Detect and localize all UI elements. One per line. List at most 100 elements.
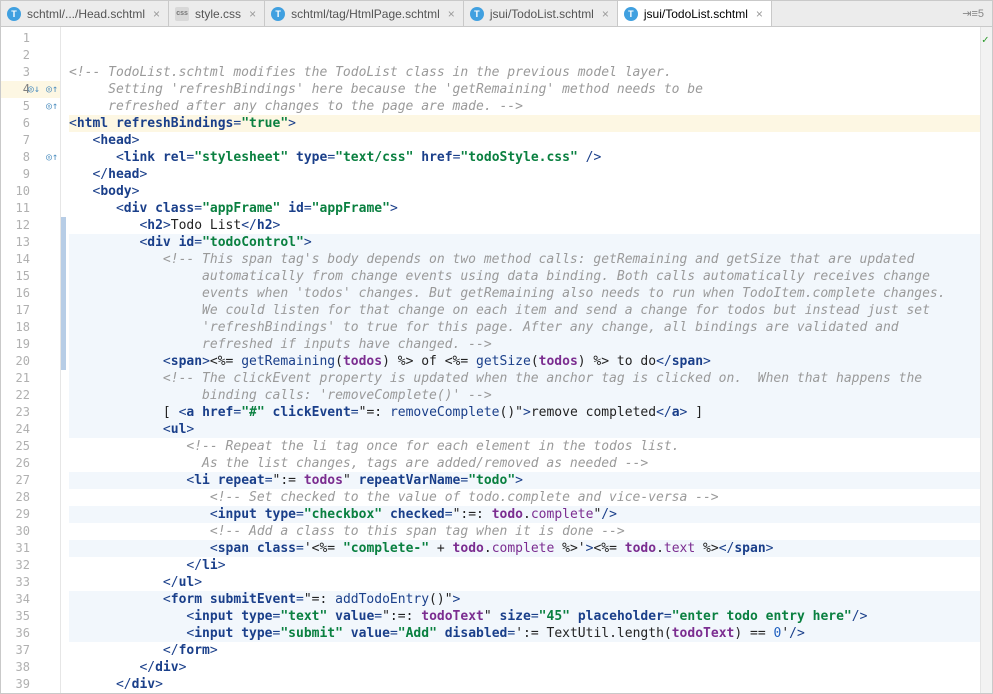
line-number[interactable]: 6 (1, 115, 60, 132)
line-number[interactable]: 8◎↑ (1, 149, 60, 166)
code-line[interactable]: </form> (69, 642, 992, 659)
code-line[interactable]: 'refreshBindings' to true for this page.… (69, 319, 992, 336)
code-line[interactable]: <h2>Todo List</h2> (69, 217, 992, 234)
code-line[interactable]: <!-- Repeat the li tag once for each ele… (69, 438, 992, 455)
tab-label: jsui/TodoList.schtml (644, 7, 748, 21)
indent-indicator: ⇥≡5 (962, 7, 984, 20)
line-number[interactable]: 1 (1, 30, 60, 47)
code-line[interactable]: <input type="checkbox" checked=":=: todo… (69, 506, 992, 523)
editor-tab[interactable]: Tschtml/tag/HtmlPage.schtml× (265, 1, 464, 26)
code-line[interactable]: Setting 'refreshBindings' here because t… (69, 81, 992, 98)
file-type-icon: css (175, 7, 189, 21)
line-number[interactable]: 37 (1, 642, 60, 659)
line-number[interactable]: 7 (1, 132, 60, 149)
code-line[interactable]: <input type="text" value=":=: todoText" … (69, 608, 992, 625)
code-line[interactable]: <link rel="stylesheet" type="text/css" h… (69, 149, 992, 166)
tab-label: schtml/.../Head.schtml (27, 7, 145, 21)
line-number[interactable]: 20 (1, 353, 60, 370)
editor-tab[interactable]: Tjsui/TodoList.schtml× (618, 1, 772, 26)
line-number[interactable]: 3 (1, 64, 60, 81)
code-line[interactable]: <body> (69, 183, 992, 200)
code-line[interactable]: </div> (69, 659, 992, 676)
line-number[interactable]: 17 (1, 302, 60, 319)
line-number[interactable]: 9 (1, 166, 60, 183)
line-number[interactable]: 21 (1, 370, 60, 387)
code-line[interactable]: <ul> (69, 421, 992, 438)
line-number[interactable]: 36 (1, 625, 60, 642)
editor-tab[interactable]: css style.css × (169, 1, 265, 26)
code-line[interactable]: <html refreshBindings="true"> (69, 115, 992, 132)
code-line[interactable]: <!-- Add a class to this span tag when i… (69, 523, 992, 540)
code-line[interactable]: [ <a href="#" clickEvent="=: removeCompl… (69, 404, 992, 421)
code-line[interactable]: </head> (69, 166, 992, 183)
line-number[interactable]: 30 (1, 523, 60, 540)
line-number[interactable]: 11 (1, 200, 60, 217)
code-line[interactable]: <span class='<%= "complete-" + todo.comp… (69, 540, 992, 557)
line-number-gutter[interactable]: 1234◎↓ ◎↑5◎↑678◎↑91011121314151617181920… (1, 27, 61, 693)
code-line[interactable]: <div class="appFrame" id="appFrame"> (69, 200, 992, 217)
line-number[interactable]: 12 (1, 217, 60, 234)
gutter-marker-icon[interactable]: ◎↓ ◎↑ (28, 81, 58, 98)
line-number[interactable]: 16 (1, 285, 60, 302)
line-number[interactable]: 29 (1, 506, 60, 523)
close-icon[interactable]: × (602, 7, 609, 21)
line-number[interactable]: 4◎↓ ◎↑ (1, 81, 60, 98)
tabbar-right-info[interactable]: ⇥≡5 (954, 1, 992, 26)
line-number[interactable]: 18 (1, 319, 60, 336)
line-number[interactable]: 35 (1, 608, 60, 625)
line-number[interactable]: 33 (1, 574, 60, 591)
code-line[interactable]: <!-- TodoList.schtml modifies the TodoLi… (69, 64, 992, 81)
code-line[interactable]: <!-- This span tag's body depends on two… (69, 251, 992, 268)
line-number[interactable]: 22 (1, 387, 60, 404)
editor-tab[interactable]: Tjsui/TodoList.schtml× (464, 1, 618, 26)
editor-tab[interactable]: Tschtml/.../Head.schtml× (1, 1, 169, 26)
line-number[interactable]: 23 (1, 404, 60, 421)
code-line[interactable]: events when 'todos' changes. But getRema… (69, 285, 992, 302)
code-line[interactable]: <form submitEvent="=: addTodoEntry()"> (69, 591, 992, 608)
line-number[interactable]: 32 (1, 557, 60, 574)
line-number[interactable]: 10 (1, 183, 60, 200)
line-number[interactable]: 34 (1, 591, 60, 608)
gutter-marker-icon[interactable]: ◎↑ (46, 98, 58, 115)
code-line[interactable]: </ul> (69, 574, 992, 591)
code-line[interactable]: refreshed after any changes to the page … (69, 98, 992, 115)
tab-label: jsui/TodoList.schtml (490, 7, 594, 21)
code-line[interactable]: <div id="todoControl"> (69, 234, 992, 251)
line-number[interactable]: 27 (1, 472, 60, 489)
code-line[interactable]: As the list changes, tags are added/remo… (69, 455, 992, 472)
code-line[interactable]: <span><%= getRemaining(todos) %> of <%= … (69, 353, 992, 370)
code-line[interactable]: automatically from change events using d… (69, 268, 992, 285)
line-number[interactable]: 19 (1, 336, 60, 353)
line-number[interactable]: 13 (1, 234, 60, 251)
code-line[interactable]: <!-- Set checked to the value of todo.co… (69, 489, 992, 506)
change-marker-icon (61, 336, 66, 370)
line-number[interactable]: 14 (1, 251, 60, 268)
code-line[interactable]: <input type="submit" value="Add" disable… (69, 625, 992, 642)
code-line[interactable]: <li repeat=":= todos" repeatVarName="tod… (69, 472, 992, 489)
close-icon[interactable]: × (756, 7, 763, 21)
line-number[interactable]: 15 (1, 268, 60, 285)
line-number[interactable]: 28 (1, 489, 60, 506)
code-line[interactable]: <!-- The clickEvent property is updated … (69, 370, 992, 387)
code-area[interactable]: <!-- TodoList.schtml modifies the TodoLi… (61, 27, 992, 693)
close-icon[interactable]: × (448, 7, 455, 21)
close-icon[interactable]: × (249, 7, 256, 21)
line-number[interactable]: 31 (1, 540, 60, 557)
code-line[interactable]: binding calls: 'removeComplete()' --> (69, 387, 992, 404)
line-number[interactable]: 26 (1, 455, 60, 472)
code-line[interactable]: We could listen for that change on each … (69, 302, 992, 319)
code-line[interactable]: <head> (69, 132, 992, 149)
line-number[interactable]: 5◎↑ (1, 98, 60, 115)
line-number[interactable]: 38 (1, 659, 60, 676)
line-number[interactable]: 2 (1, 47, 60, 64)
code-line[interactable]: refreshed if inputs have changed. --> (69, 336, 992, 353)
status-strip: ✓ (980, 27, 992, 693)
tab-label: style.css (195, 7, 241, 21)
code-line[interactable]: </li> (69, 557, 992, 574)
close-icon[interactable]: × (153, 7, 160, 21)
line-number[interactable]: 24 (1, 421, 60, 438)
line-number[interactable]: 25 (1, 438, 60, 455)
gutter-marker-icon[interactable]: ◎↑ (46, 149, 58, 166)
code-line[interactable]: </div> (69, 676, 992, 693)
line-number[interactable]: 39 (1, 676, 60, 693)
